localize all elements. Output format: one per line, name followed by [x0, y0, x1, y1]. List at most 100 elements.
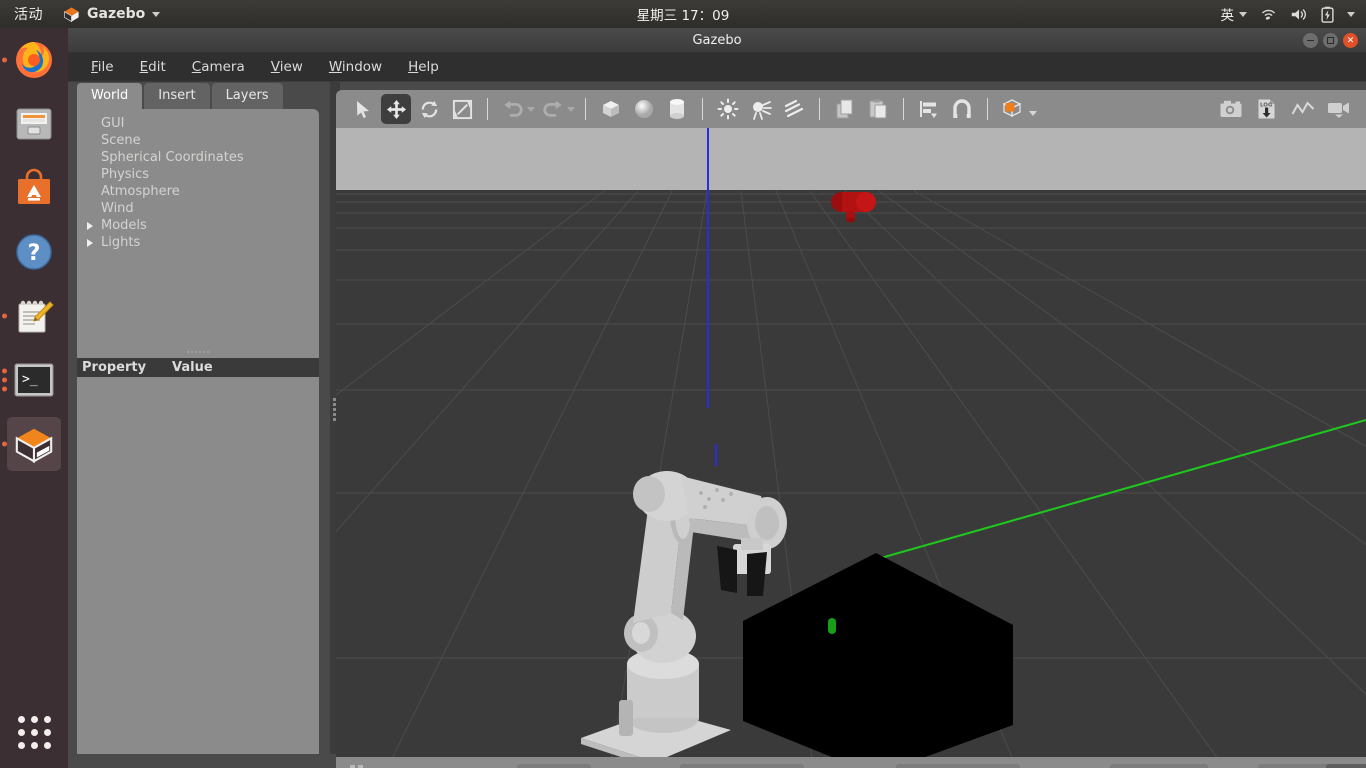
menu-file[interactable]: File — [80, 55, 125, 79]
panel-resize-grip[interactable] — [187, 351, 209, 353]
tree-item-wind[interactable]: Wind — [101, 200, 319, 217]
volume-icon[interactable] — [1290, 7, 1308, 22]
3d-viewport[interactable] — [336, 128, 1366, 768]
copy-tool[interactable] — [830, 94, 860, 124]
paste-tool[interactable] — [863, 94, 893, 124]
tab-layers[interactable]: Layers — [211, 83, 283, 109]
launcher-item-help[interactable]: ? — [0, 220, 68, 284]
menu-mnemonic: E — [139, 59, 149, 75]
select-arrow-tool[interactable] — [348, 94, 378, 124]
scale-tool[interactable] — [447, 94, 477, 124]
menu-mnemonic: V — [270, 59, 280, 75]
tree-item-physics[interactable]: Physics — [101, 166, 319, 183]
z-axis-line — [707, 128, 709, 408]
window-title: Gazebo — [692, 32, 742, 48]
tree-item-models[interactable]: Models — [87, 217, 319, 234]
undo-tool[interactable] — [498, 94, 528, 124]
system-tray: 英 — [1221, 4, 1366, 24]
apps-grid-icon — [17, 715, 51, 749]
input-method-indicator[interactable]: 英 — [1220, 4, 1247, 24]
window-body: World Insert Layers GUI Scene Spherical … — [68, 82, 1366, 768]
snap-tool[interactable] — [947, 94, 977, 124]
files-icon — [11, 101, 57, 147]
status-row: Real Time Factor: 0.87 Sim Time: 00 00:0… — [336, 757, 1366, 768]
running-indicator — [2, 57, 7, 63]
translate-tool[interactable] — [381, 94, 411, 124]
undo-history-dropdown[interactable] — [527, 106, 535, 112]
battery-icon[interactable] — [1321, 6, 1334, 23]
menubar: File Edit Camera View Window Help — [68, 53, 1366, 81]
tree-item-label: Scene — [101, 133, 141, 148]
tree-item-atmosphere[interactable]: Atmosphere — [101, 183, 319, 200]
insert-box-tool[interactable] — [596, 94, 626, 124]
screenshot-tool[interactable] — [1216, 94, 1246, 124]
running-indicator — [2, 313, 7, 319]
plot-tool[interactable] — [1288, 94, 1318, 124]
launcher-item-files[interactable] — [0, 92, 68, 156]
expand-arrow-icon[interactable] — [87, 221, 93, 230]
log-record-tool[interactable]: LOG — [1252, 94, 1282, 124]
point-light-tool[interactable] — [713, 94, 743, 124]
maximize-button[interactable] — [1323, 33, 1338, 48]
tree-item-label: Physics — [101, 167, 150, 182]
window-titlebar[interactable]: Gazebo ✕ — [68, 28, 1366, 53]
red-cylinder-object[interactable] — [822, 188, 882, 228]
tree-item-scene[interactable]: Scene — [101, 132, 319, 149]
launcher-item-terminal[interactable]: >_ — [0, 348, 68, 412]
show-applications-button[interactable] — [0, 702, 68, 762]
tab-insert[interactable]: Insert — [144, 83, 210, 109]
system-menu-chevron-icon[interactable] — [1347, 11, 1355, 17]
pause-button[interactable] — [350, 764, 363, 768]
wifi-icon[interactable] — [1260, 7, 1277, 22]
align-tool[interactable] — [914, 94, 944, 124]
world-tree: GUI Scene Spherical Coordinates Physics … — [77, 109, 319, 251]
tree-item-lights[interactable]: Lights — [87, 234, 319, 251]
ubuntu-software-icon — [11, 165, 57, 211]
tree-item-label: Models — [101, 218, 147, 233]
rotate-tool[interactable] — [414, 94, 444, 124]
menu-label: dit — [148, 59, 166, 75]
launcher-item-gazebo[interactable] — [0, 412, 68, 476]
menu-edit[interactable]: Edit — [129, 55, 177, 79]
tree-item-spherical-coordinates[interactable]: Spherical Coordinates — [101, 149, 319, 166]
launcher-item-firefox[interactable] — [0, 28, 68, 92]
menu-camera[interactable]: Camera — [181, 55, 256, 79]
help-icon: ? — [11, 229, 57, 275]
green-marker-object[interactable] — [828, 618, 836, 634]
clock[interactable]: 星期三 17：09 — [0, 4, 1366, 24]
redo-tool[interactable] — [538, 94, 568, 124]
insert-sphere-tool[interactable] — [629, 94, 659, 124]
minimize-button[interactable] — [1303, 33, 1318, 48]
close-button[interactable]: ✕ — [1343, 33, 1358, 48]
activities-button[interactable]: 活动 — [0, 4, 55, 24]
spot-light-tool[interactable] — [746, 94, 776, 124]
terminal-icon: >_ — [11, 357, 57, 403]
directional-light-tool[interactable] — [779, 94, 809, 124]
app-menu-gazebo[interactable]: Gazebo — [55, 6, 168, 23]
view-mode-dropdown[interactable] — [1029, 111, 1037, 116]
menu-view[interactable]: View — [260, 55, 314, 79]
launcher-item-ubuntu-software[interactable] — [0, 156, 68, 220]
view-mode-tool[interactable] — [998, 94, 1028, 124]
menu-mnemonic: H — [408, 59, 419, 75]
ime-label: 英 — [1220, 8, 1235, 24]
black-box-object[interactable] — [738, 553, 1013, 768]
tree-item-gui[interactable]: GUI — [101, 115, 319, 132]
launcher-item-text-editor[interactable] — [0, 284, 68, 348]
menu-label: indow — [341, 59, 383, 75]
tree-item-label: Atmosphere — [101, 184, 180, 199]
redo-history-dropdown[interactable] — [567, 106, 575, 112]
svg-text:>_: >_ — [22, 372, 38, 387]
chevron-down-icon — [1239, 11, 1247, 17]
panel-tabs: World Insert Layers — [77, 82, 329, 109]
tab-world[interactable]: World — [77, 83, 143, 109]
menu-help[interactable]: Help — [397, 55, 450, 79]
menu-window[interactable]: Window — [318, 55, 393, 79]
expand-arrow-icon[interactable] — [87, 238, 93, 247]
gazebo-icon — [64, 6, 79, 22]
reset-button[interactable]: Res — [1325, 764, 1366, 768]
video-record-tool[interactable] — [1324, 94, 1354, 124]
insert-cylinder-tool[interactable] — [662, 94, 692, 124]
menu-mnemonic: C — [191, 59, 202, 75]
property-column-header: Property — [82, 360, 147, 375]
